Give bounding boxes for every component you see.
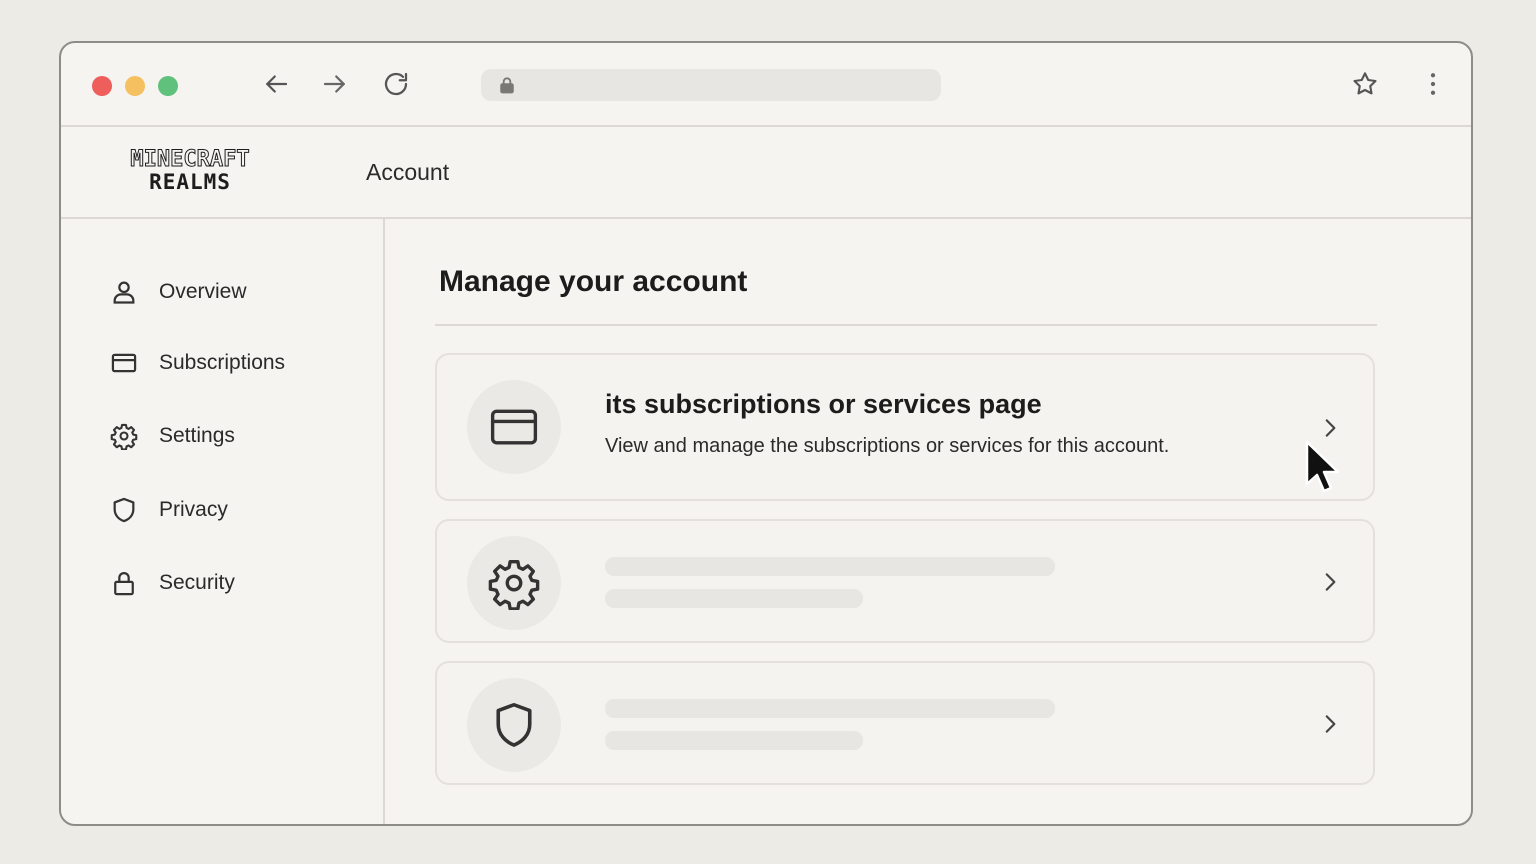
lock-icon [497, 75, 517, 95]
skeleton-title [605, 699, 1055, 718]
sidebar-item-label: Subscriptions [159, 351, 286, 374]
address-bar[interactable] [481, 69, 941, 103]
skeleton-description [605, 589, 863, 608]
card-title: its subscriptions or services page [605, 389, 1042, 419]
privacy-card[interactable] [435, 661, 1375, 785]
shield-icon [467, 678, 561, 772]
subscriptions-card[interactable]: its subscriptions or services page View … [435, 353, 1375, 501]
mouse-pointer-icon [1304, 440, 1344, 500]
shield-icon [109, 495, 139, 525]
maximize-window-button[interactable] [158, 76, 178, 96]
gear-icon [109, 421, 139, 451]
sidebar-item-label: Privacy [159, 498, 228, 521]
sidebar-item-label: Overview [159, 280, 247, 303]
url-input[interactable] [527, 69, 931, 103]
header-title: Account [366, 159, 450, 185]
close-window-button[interactable] [92, 76, 112, 96]
back-arrow-icon[interactable] [261, 69, 291, 99]
sidebar-item-security[interactable]: Security [109, 565, 349, 601]
site-header: MINECRAFT REALMS Account [61, 127, 1471, 219]
card-icon [467, 380, 561, 474]
minecraft-realms-logo[interactable]: MINECRAFT REALMS [109, 148, 271, 197]
divider [435, 324, 1377, 326]
chevron-right-icon [1317, 415, 1343, 441]
sidebar: Overview Subscriptions Settings Privacy … [61, 219, 385, 824]
more-menu-icon[interactable] [1418, 69, 1448, 99]
browser-toolbar [61, 43, 1471, 127]
sidebar-item-overview[interactable]: Overview [109, 274, 349, 310]
sidebar-item-label: Settings [159, 424, 235, 447]
sidebar-item-subscriptions[interactable]: Subscriptions [109, 345, 349, 381]
reload-icon[interactable] [381, 69, 411, 99]
skeleton-title [605, 557, 1055, 576]
card-description: View and manage the subscriptions or ser… [605, 435, 1170, 457]
settings-card[interactable] [435, 519, 1375, 643]
sidebar-item-settings[interactable]: Settings [109, 418, 349, 454]
card-icon [109, 348, 139, 378]
lock-icon [109, 568, 139, 598]
sidebar-item-privacy[interactable]: Privacy [109, 492, 349, 528]
browser-window: MINECRAFT REALMS Account Overview Subscr… [59, 41, 1473, 826]
skeleton-description [605, 731, 863, 750]
gear-icon [467, 536, 561, 630]
page-title: Manage your account [439, 265, 748, 298]
sidebar-item-label: Security [159, 571, 235, 594]
minimize-window-button[interactable] [125, 76, 145, 96]
chevron-right-icon [1317, 569, 1343, 595]
main-content: Manage your account its subscriptions or… [385, 219, 1471, 824]
forward-arrow-icon[interactable] [320, 69, 350, 99]
bookmark-star-icon[interactable] [1350, 69, 1380, 99]
person-icon [109, 277, 139, 307]
chevron-right-icon [1317, 711, 1343, 737]
